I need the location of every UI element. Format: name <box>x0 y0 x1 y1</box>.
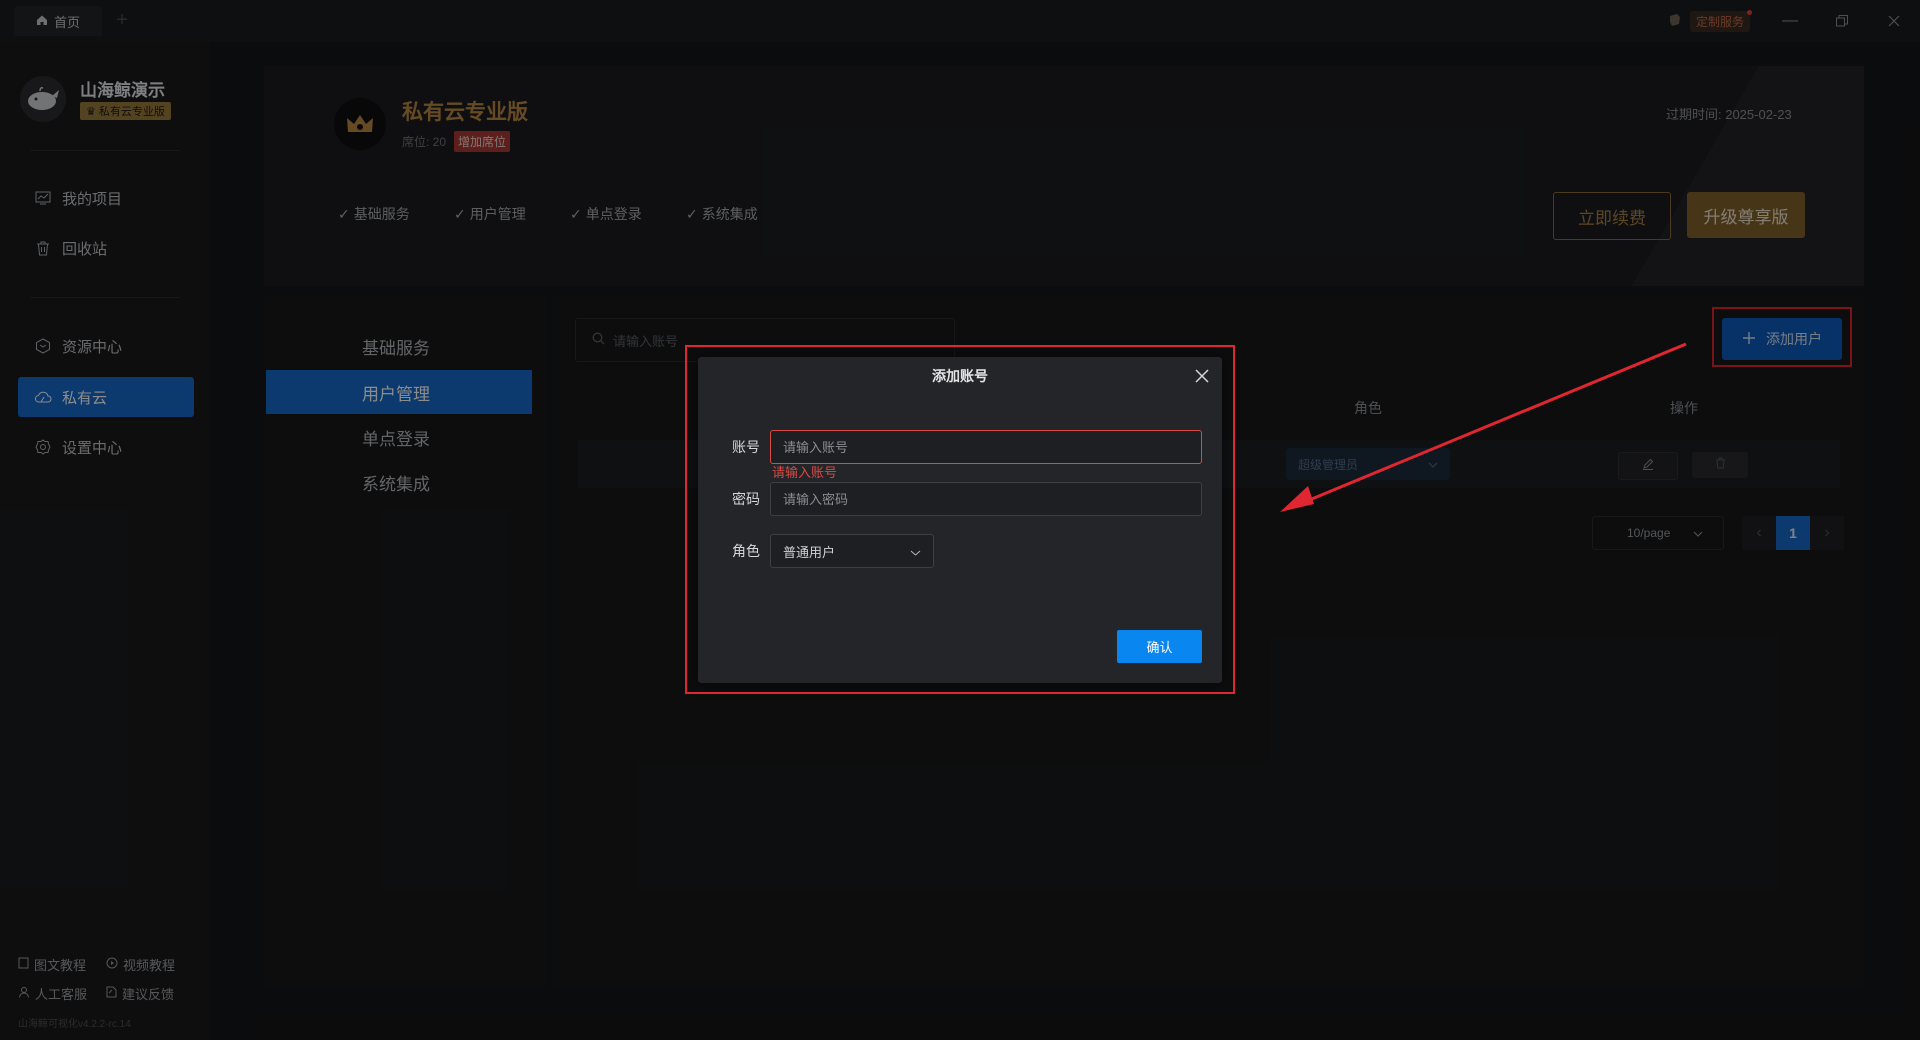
highlight-box <box>685 345 1235 694</box>
annotation-arrow <box>1280 342 1687 512</box>
